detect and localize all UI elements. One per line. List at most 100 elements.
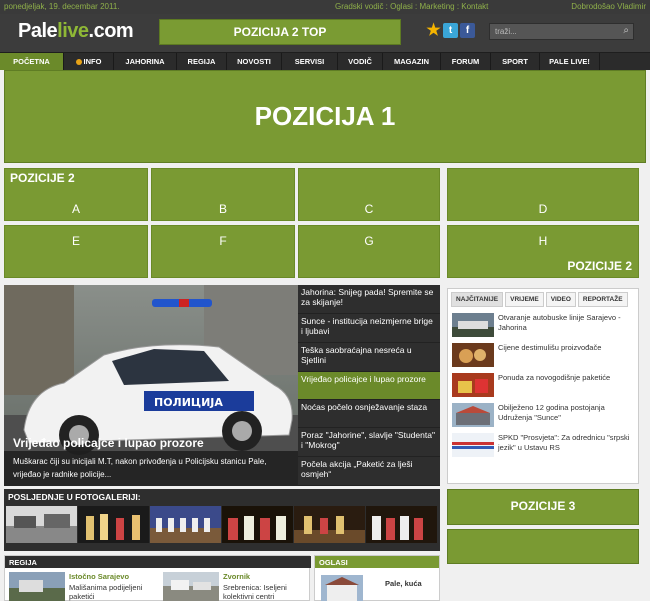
article-thumbnail — [452, 403, 494, 427]
site-logo[interactable]: Palelive.com — [18, 20, 134, 43]
gallery-thumbnail[interactable] — [222, 506, 293, 543]
list-item[interactable]: Ponuda za novogodišnje paketiće — [452, 371, 636, 399]
headline-item[interactable]: Noćas počelo osnježavanje staza — [298, 400, 440, 428]
headline-item[interactable]: Teška saobraćajna nesreća u Sjetlini — [298, 343, 440, 372]
nav-jahorina[interactable]: JAHORINA — [114, 53, 177, 70]
banner-cell-d[interactable]: D — [447, 168, 639, 221]
gallery-thumbnail[interactable] — [6, 506, 77, 543]
banner-cell-e[interactable]: E — [4, 225, 148, 278]
regija-section: REGIJA Istočno Sarajevo Mališanima podij… — [4, 555, 313, 601]
headline-item[interactable]: Sunce - institucija neizmjerne brige i l… — [298, 314, 440, 343]
article-thumbnail — [452, 313, 494, 337]
list-item-text: Cijene destimulišu proizvođače — [498, 343, 602, 352]
nav-sport[interactable]: SPORT — [491, 53, 540, 70]
regija-text[interactable]: Mališanima podijeljeni paketići — [69, 583, 159, 601]
search-input[interactable]: traži... ⌕ — [489, 23, 634, 40]
nav-forum[interactable]: FORUM — [441, 53, 491, 70]
photo-gallery: POSLJEDNJE U FOTOGALERIJI: — [4, 489, 440, 551]
gallery-thumbnail[interactable] — [294, 506, 365, 543]
tab-vrijeme[interactable]: VRIJEME — [505, 292, 544, 307]
svg-text:ПОЛИЦИЈА: ПОЛИЦИЈА — [154, 396, 223, 409]
banner-cell-h[interactable]: H POZICIJE 2 — [447, 225, 639, 278]
article-thumbnail — [452, 373, 494, 397]
feature-caption[interactable]: Vrijeđao policajce i lupao prozore — [13, 436, 204, 450]
top-links[interactable]: Gradski vodič : Oglasi : Marketing : Kon… — [335, 2, 488, 11]
search-icon[interactable]: ⌕ — [623, 25, 629, 36]
gallery-thumbnail[interactable] — [78, 506, 149, 543]
nav-regija[interactable]: REGIJA — [177, 53, 227, 70]
top-bar: ponedjeljak, 19. decembar 2011. Gradski … — [0, 0, 650, 14]
regija-title: REGIJA — [5, 556, 311, 568]
twitter-icon[interactable]: t — [443, 23, 458, 38]
cell-label: G — [364, 234, 374, 248]
nav-vodic[interactable]: VODIČ — [338, 53, 383, 70]
regija-thumbnail — [9, 572, 65, 601]
main-nav: POČETNA INFO JAHORINA REGIJA NOVOSTI SER… — [0, 52, 650, 70]
nav-novosti[interactable]: NOVOSTI — [227, 53, 282, 70]
headline-item[interactable]: Počela akcija „Paketić za lješi osmjeh“ — [298, 457, 440, 486]
tab-najcitanije[interactable]: NAJČITANIJE — [451, 292, 504, 307]
search-placeholder: traži... — [495, 27, 517, 36]
headline-item[interactable]: Jahorina: Snijeg pada! Spremite se za sk… — [298, 285, 440, 314]
regija-item[interactable]: Istočno Sarajevo Mališanima podijeljeni … — [9, 572, 159, 601]
nav-magazin[interactable]: MAGAZIN — [383, 53, 441, 70]
nav-servisi[interactable]: SERVISI — [282, 53, 338, 70]
logo-part: Pale — [18, 20, 58, 42]
tabs-panel: NAJČITANIJE VRIJEME VIDEO REPORTAŽE Otva… — [447, 288, 639, 484]
banner-cell-g[interactable]: G — [298, 225, 440, 278]
feature-story[interactable]: ПОЛИЦИЈА Vrijeđao policajce i lupao proz… — [4, 285, 298, 486]
nav-pocetna[interactable]: POČETNA — [0, 53, 64, 70]
top-banner[interactable]: POZICIJA 2 TOP — [159, 19, 401, 45]
headline-item[interactable]: Poraz "Jahorine", slavlje "Studenta" i "… — [298, 428, 440, 457]
pozicije-2-grid: A POZICIJE 2 B C E F G — [4, 168, 440, 278]
article-thumbnail — [452, 433, 494, 457]
nav-info[interactable]: INFO — [64, 53, 114, 70]
pozicije-2-title: POZICIJE 2 — [10, 171, 75, 185]
gallery-title: POSLJEDNJE U FOTOGALERIJI: — [8, 492, 141, 502]
list-item-text: Otvaranje autobuske linije Sarajevo - Ja… — [498, 313, 621, 332]
gallery-thumbnail[interactable] — [150, 506, 221, 543]
list-item[interactable]: Obilježeno 12 godina postojanja Udruženj… — [452, 401, 636, 429]
headline-list: Jahorina: Snijeg pada! Spremite se za sk… — [298, 285, 440, 486]
pozicije-2-right: D H POZICIJE 2 — [447, 168, 639, 278]
oglasi-thumbnail — [321, 575, 363, 601]
list-item-text: Ponuda za novogodišnje paketiće — [498, 373, 611, 382]
headline-item-active[interactable]: Vrijeđao policajce i lupao prozore — [298, 372, 440, 400]
logo-domain: .com — [88, 20, 134, 42]
banner-cell-b[interactable]: B — [151, 168, 295, 221]
gallery-thumbnail[interactable] — [366, 506, 437, 543]
list-item[interactable]: Otvaranje autobuske linije Sarajevo - Ja… — [452, 311, 636, 339]
regija-text[interactable]: Srebrenica: Iseljeni kolektivni centri — [223, 583, 313, 601]
regija-item[interactable]: Zvornik Srebrenica: Iseljeni kolektivni … — [163, 572, 313, 601]
banner-cell-f[interactable]: F — [151, 225, 295, 278]
logo-accent: live — [57, 20, 89, 42]
oglasi-title: OGLASI — [315, 556, 439, 568]
banner-cell-c[interactable]: C — [298, 168, 440, 221]
cell-label: B — [218, 202, 227, 216]
nav-pale-live[interactable]: PALE LIVE! — [540, 53, 600, 70]
oglasi-item[interactable]: Pale, kuća — [385, 579, 422, 588]
cell-label: F — [219, 234, 227, 248]
date-label: ponedjeljak, 19. decembar 2011. — [4, 2, 120, 11]
regija-place[interactable]: Zvornik — [223, 572, 250, 581]
tab-video[interactable]: VIDEO — [545, 292, 576, 307]
pozicije-2-footer: POZICIJE 2 — [567, 259, 632, 273]
banner-pozicije-3[interactable]: POZICIJE 3 — [447, 489, 639, 525]
feature-summary: Muškarac čiji su inicijali M.T, nakon pr… — [4, 451, 298, 486]
favorite-star-icon[interactable]: ★ — [426, 23, 441, 39]
tab-reportaze[interactable]: REPORTAŽE — [577, 292, 628, 307]
banner-pozicije-3-secondary[interactable] — [447, 529, 639, 564]
list-item[interactable]: Cijene destimulišu proizvođače — [452, 341, 636, 369]
tab-bar: NAJČITANIJE VRIJEME VIDEO REPORTAŽE — [451, 292, 628, 307]
cell-label: C — [364, 202, 374, 216]
list-item[interactable]: SPKD "Prosvjeta": Za odrednicu "srpski j… — [452, 431, 636, 459]
regija-place[interactable]: Istočno Sarajevo — [69, 572, 129, 581]
cell-label: H — [538, 234, 548, 248]
welcome-link[interactable]: Dobrodošao Vladimir — [571, 2, 646, 11]
header: Palelive.com POZICIJA 2 TOP ★ t f traži.… — [0, 14, 650, 52]
regija-thumbnail — [163, 572, 219, 601]
article-thumbnail — [452, 343, 494, 367]
banner-pozicija-1[interactable]: POZICIJA 1 — [4, 70, 646, 163]
cell-label: D — [538, 202, 548, 216]
facebook-icon[interactable]: f — [460, 23, 475, 38]
